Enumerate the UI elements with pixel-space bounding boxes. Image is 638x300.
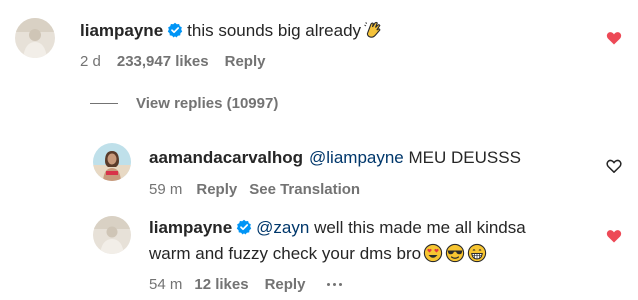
timestamp: 2 d [80, 53, 101, 70]
reply-body: MEU DEUSSS [408, 148, 521, 167]
sunglasses-emoji [445, 243, 465, 263]
reply-text: liampayne @zayn well this made me all kin… [149, 216, 526, 240]
grinning-emoji [467, 243, 487, 263]
view-replies-button[interactable]: View replies (10997) [90, 95, 278, 112]
more-options-icon[interactable] [327, 283, 343, 286]
timestamp: 59 m [149, 181, 183, 198]
username[interactable]: liampayne [80, 21, 163, 40]
reply-text-line2: warm and fuzzy check your dms bro [149, 242, 487, 266]
divider-line [90, 103, 118, 104]
likes-count[interactable]: 12 likes [194, 276, 248, 293]
reply-body-line1: well this made me all kindsa [314, 218, 526, 237]
avatar-liampayne[interactable] [93, 216, 131, 254]
verified-badge-icon [167, 22, 183, 38]
heart-icon[interactable] [606, 30, 622, 46]
avatar-liampayne[interactable] [15, 18, 55, 58]
heart-icon[interactable] [606, 228, 622, 244]
reply-button[interactable]: Reply [225, 53, 266, 70]
likes-count[interactable]: 233,947 likes [117, 53, 209, 70]
reply-meta: 59 m Reply See Translation [149, 181, 360, 198]
clapping-hands-emoji [364, 21, 381, 38]
reply-button[interactable]: Reply [265, 276, 306, 293]
avatar-aamandacarvalhog[interactable] [93, 143, 131, 181]
comment-body: this sounds big already [187, 21, 362, 40]
comment-meta: 2 d 233,947 likes Reply [80, 53, 265, 70]
heart-eyes-emoji [423, 243, 443, 263]
mention-link[interactable]: @liampayne [309, 148, 404, 167]
username[interactable]: liampayne [149, 218, 232, 237]
see-translation-button[interactable]: See Translation [249, 181, 360, 198]
reply-text: aamandacarvalhog @liampayne MEU DEUSSS [149, 146, 521, 170]
comment-text: liampayne this sounds big already [80, 19, 383, 43]
username[interactable]: aamandacarvalhog [149, 148, 303, 167]
timestamp: 54 m [149, 276, 183, 293]
mention-link[interactable]: @zayn [256, 218, 309, 237]
reply-meta: 54 m 12 likes Reply [149, 276, 343, 293]
reply-body-line2: warm and fuzzy check your dms bro [149, 244, 422, 263]
view-replies-label: View replies (10997) [136, 95, 279, 112]
verified-badge-icon [236, 219, 252, 235]
heart-outline-icon[interactable] [606, 158, 622, 174]
reply-button[interactable]: Reply [196, 181, 237, 198]
